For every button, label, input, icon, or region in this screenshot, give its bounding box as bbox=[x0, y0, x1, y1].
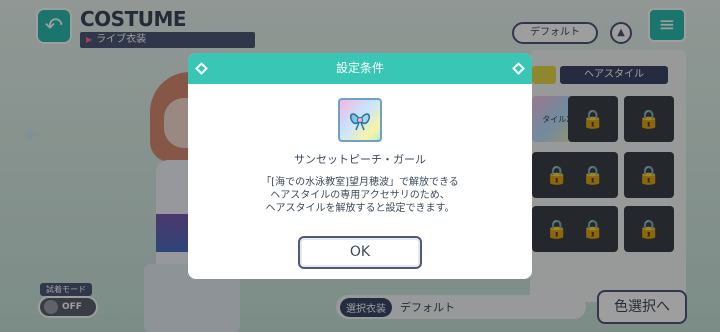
bow-accessory-icon bbox=[338, 98, 382, 142]
unlock-description: 「[海での水泳教室]望月穂波」で解放できる ヘアスタイルの専用アクセサリのため、… bbox=[188, 176, 532, 215]
dialog-header: 設定条件 bbox=[188, 53, 532, 84]
diamond-icon bbox=[512, 62, 525, 75]
item-name: サンセットピーチ・ガール bbox=[294, 153, 426, 166]
description-line: 「[海での水泳教室]望月穂波」で解放できる bbox=[261, 177, 459, 188]
dialog-title: 設定条件 bbox=[335, 61, 384, 75]
diamond-icon bbox=[195, 62, 208, 75]
description-line: ヘアスタイルの専用アクセサリのため、 bbox=[270, 190, 450, 201]
unlock-condition-dialog: 設定条件 サンセットピーチ・ガール 「[海での水泳教室]望月穂波」で解放できる … bbox=[188, 53, 532, 279]
description-line: ヘアスタイルを解放すると設定できます。 bbox=[265, 203, 455, 214]
ok-button[interactable]: OK bbox=[298, 236, 422, 269]
